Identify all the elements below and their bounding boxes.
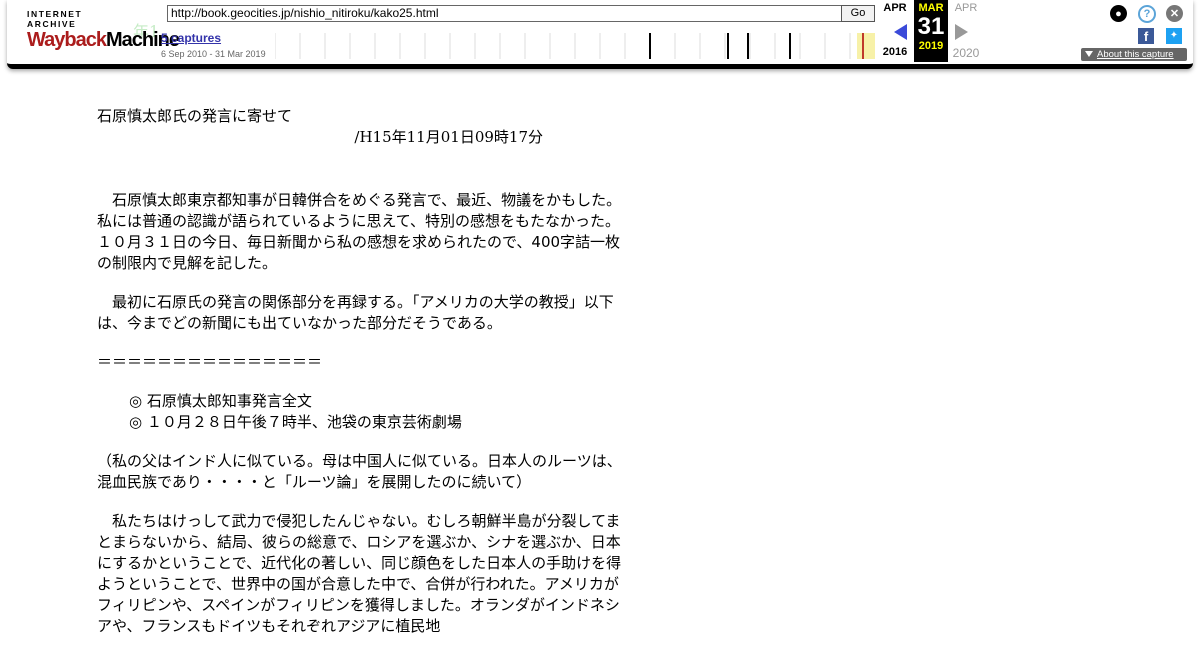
about-capture-button[interactable]: About this capture bbox=[1081, 48, 1187, 61]
sparkline-current-year bbox=[857, 33, 875, 59]
user-icon[interactable]: ● bbox=[1110, 5, 1127, 22]
logo-main-text: WaybackMachine bbox=[27, 29, 180, 51]
facebook-icon[interactable]: f bbox=[1138, 28, 1154, 44]
logo-main-a: Wayback bbox=[27, 29, 107, 51]
separator: ＝＝＝＝＝＝＝＝＝＝＝＝＝＝＝ bbox=[97, 353, 323, 371]
next-year: 2020 bbox=[952, 46, 980, 60]
current-day: 31 bbox=[917, 13, 945, 40]
paragraph-2: 最初に石原氏の発言の関係部分を再録する。「アメリカの大学の教授」以下は、今までど… bbox=[97, 293, 614, 332]
paragraph-1: 石原慎太郎東京都知事が日韓併合をめぐる発言で、最近、物議をかもした。私には普通の… bbox=[97, 191, 622, 272]
prev-year[interactable]: 2016 bbox=[879, 46, 911, 58]
article-date: /H15年11月01日09時17分 bbox=[354, 128, 543, 146]
twitter-icon[interactable]: ✦ bbox=[1166, 28, 1182, 44]
sparkline-grid bbox=[275, 33, 851, 59]
article-title: 石原慎太郎氏の発言に寄せて bbox=[97, 107, 293, 125]
current-year: 2019 bbox=[918, 40, 944, 52]
sparkline-bars bbox=[649, 33, 791, 59]
notice-line-2: ◎ １０月２８日午後７時半、池袋の東京芸術劇場 bbox=[129, 413, 462, 431]
wayback-toolbar: 年1 INTERNET ARCHIVE WaybackMachine http:… bbox=[7, 0, 1193, 69]
logo-top-text: INTERNET ARCHIVE bbox=[27, 9, 83, 29]
about-capture-label: About this capture bbox=[1097, 49, 1174, 60]
go-button[interactable]: Go bbox=[841, 5, 875, 22]
current-capture-date: MAR 31 2019 bbox=[914, 0, 948, 62]
next-capture-arrow-icon bbox=[955, 24, 968, 40]
chevron-down-icon bbox=[1085, 51, 1093, 58]
captures-range: 6 Sep 2010 - 31 Mar 2019 bbox=[161, 49, 266, 59]
close-icon[interactable]: ✕ bbox=[1166, 5, 1183, 22]
notice-line-1: ◎ 石原慎太郎知事発言全文 bbox=[129, 392, 312, 410]
speech-paragraph: 私たちはけっして武力で侵犯したんじゃない。むしろ朝鮮半島が分裂してまとまらないか… bbox=[97, 512, 622, 635]
paren-paragraph: （私の父はインド人に似ている。母は中国人に似ている。日本人のルーツは、混血民族で… bbox=[97, 452, 622, 491]
notice-block: ◎ 石原慎太郎知事発言全文 ◎ １０月２８日午後７時半、池袋の東京芸術劇場 bbox=[97, 391, 627, 433]
next-month: APR bbox=[954, 2, 978, 14]
help-icon[interactable]: ? bbox=[1138, 5, 1156, 23]
capture-sparkline[interactable] bbox=[275, 33, 875, 59]
captures-link[interactable]: 5 captures bbox=[161, 31, 221, 45]
wayback-logo[interactable]: INTERNET ARCHIVE WaybackMachine bbox=[27, 9, 180, 51]
prev-capture-arrow-icon[interactable] bbox=[894, 24, 907, 40]
prev-month: APR bbox=[883, 2, 907, 14]
url-input[interactable]: http://book.geocities.jp/nishio_nitiroku… bbox=[167, 5, 843, 22]
article: 石原慎太郎氏の発言に寄せて /H15年11月01日09時17分 石原慎太郎東京都… bbox=[97, 106, 627, 655]
